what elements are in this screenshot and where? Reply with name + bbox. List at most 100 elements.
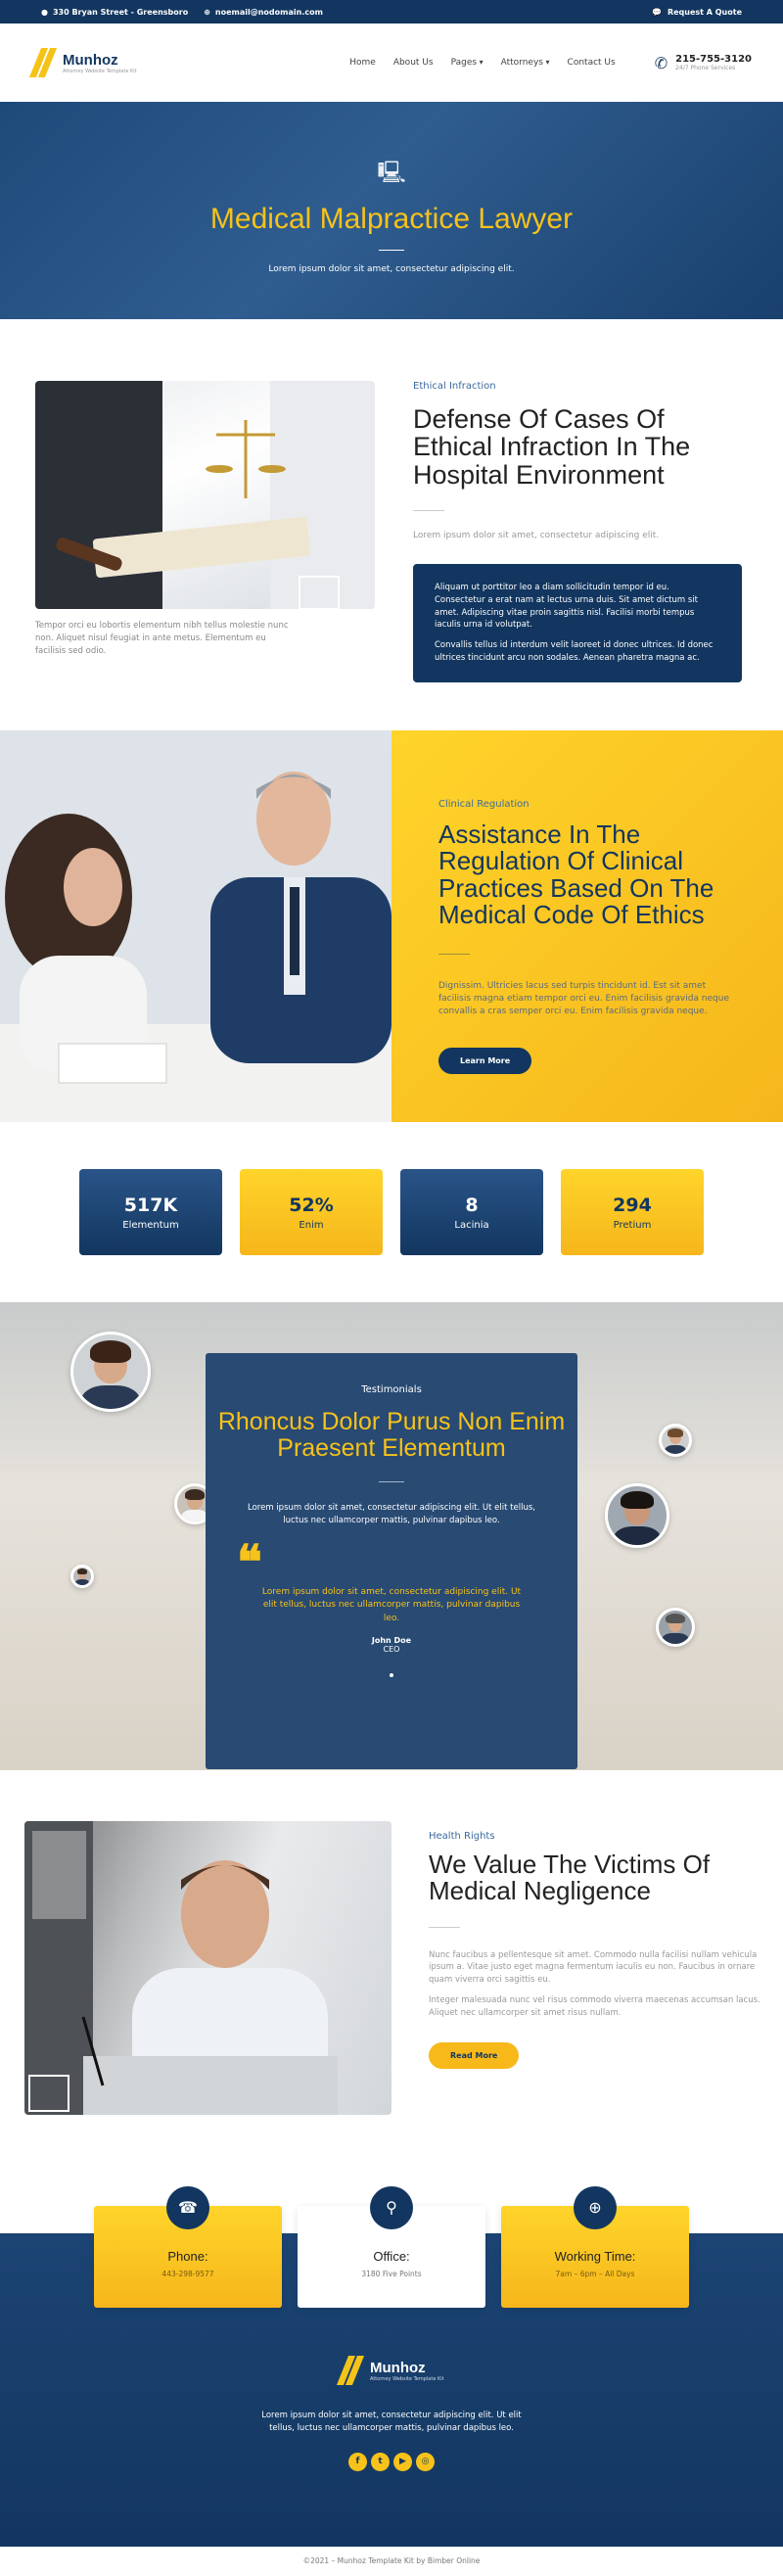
info-box-paragraph-2: Convallis tellus id interdum velit laore… xyxy=(435,640,714,663)
contact-card-value: 7am – 6pm – All Days xyxy=(555,2270,635,2278)
lawyer-scales-photo xyxy=(35,381,375,609)
consultation-photo xyxy=(0,730,392,1122)
testimonials-divider xyxy=(379,1481,404,1482)
quote-icon: ❝ xyxy=(237,1534,262,1590)
email-item[interactable]: ⊕ noemail@nodomain.com xyxy=(204,8,323,17)
testimonials-title: Rhoncus Dolor Purus Non Enim Praesent El… xyxy=(217,1408,566,1462)
top-bar: ● 330 Bryan Street - Greensboro ⊕ noemail@… xyxy=(0,0,783,23)
stat-value: 52% xyxy=(289,1194,334,1216)
nav-home[interactable]: Home xyxy=(349,58,376,68)
read-more-button[interactable]: Read More xyxy=(429,2042,520,2070)
nav-pages[interactable]: Pages xyxy=(451,58,484,68)
avatar xyxy=(70,1565,94,1588)
contact-card-working-time: ⊕ Working Time: 7am – 6pm – All Days xyxy=(501,2186,689,2308)
hero-banner: 🖳 Medical Malpractice Lawyer Lorem ipsum… xyxy=(0,102,783,319)
copyright-bar: ©2021 – Munhoz Template Kit by Bimber On… xyxy=(0,2547,783,2576)
section2-divider xyxy=(438,954,470,956)
nav-contact-us[interactable]: Contact Us xyxy=(568,58,616,68)
avatar xyxy=(656,1608,695,1647)
section2-eyebrow: Clinical Regulation xyxy=(438,799,530,810)
section1-eyebrow: Ethical Infraction xyxy=(413,381,496,392)
facebook-icon[interactable]: f xyxy=(348,2453,367,2471)
section2-title: Assistance In The Regulation Of Clinical… xyxy=(438,820,714,929)
monitor-icon: 🖳 xyxy=(377,161,406,185)
section1-content: Ethical Infraction Defense Of Cases Of E… xyxy=(413,381,742,682)
stat-value: 517K xyxy=(123,1194,178,1216)
avatar xyxy=(659,1424,692,1457)
site-header: Munhoz Attorney Website Template Kit Home… xyxy=(0,23,783,102)
nav-about-us[interactable]: About Us xyxy=(393,58,434,68)
section2-text: Dignissim. Ultricies lacus sed turpis ti… xyxy=(438,981,729,1017)
logo-name: Munhoz xyxy=(63,51,118,69)
avatar xyxy=(605,1483,669,1548)
email-link[interactable]: noemail@nodomain.com xyxy=(215,8,323,17)
section4-content: Health Rights We Value The Victims Of Me… xyxy=(429,1831,761,2070)
nav-attorneys[interactable]: Attorneys xyxy=(501,58,550,68)
location-pin-icon: ⚲ xyxy=(370,2186,413,2229)
phone-icon: ✆ xyxy=(654,53,668,72)
footer-logo[interactable]: Munhoz Attorney Website Template Kit xyxy=(336,2353,444,2388)
stat-value: 294 xyxy=(613,1194,652,1216)
info-box: Aliquam ut porttitor leo a diam sollicit… xyxy=(413,564,742,682)
smiling-lawyer-photo xyxy=(24,1821,392,2115)
address-text: 330 Bryan Street - Greensboro xyxy=(52,7,189,17)
footer-logo-name: Munhoz xyxy=(370,2359,426,2376)
testimonial-role: CEO xyxy=(383,1645,400,1655)
section1-lead: Lorem ipsum dolor sit amet, consectetur … xyxy=(413,531,660,541)
contact-card-value: 3180 Five Points xyxy=(361,2270,422,2278)
globe-icon: ⊕ xyxy=(574,2186,617,2229)
site-logo[interactable]: Munhoz Attorney Website Template Kit xyxy=(28,45,137,80)
request-quote-label: Request A Quote xyxy=(667,7,742,17)
chat-icon: 💬 xyxy=(652,7,662,17)
consultation-illustration xyxy=(0,730,392,1122)
photo-caption: Tempor orci eu lobortis elementum nibh t… xyxy=(35,621,289,656)
section4-paragraph-1: Nunc faucibus a pellentesque sit amet. C… xyxy=(429,1949,758,1986)
instagram-icon[interactable]: ◎ xyxy=(416,2453,435,2471)
section4-paragraph-2: Integer malesuada nunc vel risus commodo… xyxy=(429,1994,760,2018)
clinical-regulation-panel: Clinical Regulation Assistance In The Re… xyxy=(392,730,783,1122)
hero-divider xyxy=(379,250,404,251)
logo-mark-icon xyxy=(336,2353,365,2388)
contact-card-office: ⚲ Office: 3180 Five Points xyxy=(298,2186,485,2308)
smiling-lawyer-illustration xyxy=(24,1821,338,2115)
testimonials-section: Testimonials Rhoncus Dolor Purus Non Eni… xyxy=(0,1302,783,1770)
stat-value: 8 xyxy=(465,1194,479,1216)
section4-divider xyxy=(429,1926,460,1928)
testimonial-card: Testimonials Rhoncus Dolor Purus Non Eni… xyxy=(206,1353,577,1769)
info-box-paragraph-1: Aliquam ut porttitor leo a diam sollicit… xyxy=(435,583,698,631)
testimonial-quote: Lorem ipsum dolor sit amet, consectetur … xyxy=(261,1586,522,1624)
clinical-regulation-section: Clinical Regulation Assistance In The Re… xyxy=(0,730,783,1122)
stat-label: Enim xyxy=(299,1220,324,1231)
stat-label: Pretium xyxy=(613,1220,652,1231)
stat-label: Lacinia xyxy=(454,1220,489,1231)
learn-more-button[interactable]: Learn More xyxy=(438,1048,532,1075)
globe-icon: ⊕ xyxy=(204,7,210,17)
testimonials-eyebrow: Testimonials xyxy=(361,1384,422,1395)
health-rights-section: Health Rights We Value The Victims Of Me… xyxy=(0,1770,783,2201)
contact-card-title: Office: xyxy=(373,2249,410,2264)
twitter-icon[interactable]: t xyxy=(371,2453,390,2471)
address-item: ● 330 Bryan Street - Greensboro xyxy=(41,8,188,17)
section1-divider xyxy=(413,510,444,512)
map-pin-icon: ● xyxy=(41,7,48,17)
avatar xyxy=(70,1332,151,1412)
contact-card-title: Phone: xyxy=(167,2249,208,2264)
testimonial-author: John Doe xyxy=(371,1636,412,1646)
phone-subtitle: 24/7 Phone Services xyxy=(675,65,736,71)
footer-logo-tagline: Attorney Website Template Kit xyxy=(370,2375,444,2382)
section1-title: Defense Of Cases Of Ethical Infraction I… xyxy=(413,404,691,490)
stat-card: 8 Lacinia xyxy=(400,1169,543,1255)
header-phone[interactable]: ✆ 215-755-3120 24/7 Phone Services xyxy=(655,54,752,72)
contact-card-phone: ☎ Phone: 443-298-9577 xyxy=(94,2186,282,2308)
phone-icon: ☎ xyxy=(166,2186,209,2229)
testimonials-description: Lorem ipsum dolor sit amet, consectetur … xyxy=(248,1503,535,1525)
stats-section: 517K Elementum 52% Enim 8 Lacinia 294 Pretiu… xyxy=(0,1122,783,1302)
logo-tagline: Attorney Website Template Kit xyxy=(63,68,137,74)
youtube-icon[interactable]: ▶ xyxy=(393,2453,412,2471)
hero-subtitle: Lorem ipsum dolor sit amet, consectetur … xyxy=(268,264,515,274)
carousel-dot[interactable] xyxy=(390,1673,393,1678)
request-quote-link[interactable]: 💬 Request A Quote xyxy=(652,8,742,17)
footer-text: Lorem ipsum dolor sit amet, consectetur … xyxy=(261,2411,522,2433)
contact-cards: ☎ Phone: 443-298-9577 ⚲ Office: 3180 Fiv… xyxy=(0,2186,783,2308)
stat-card: 294 Pretium xyxy=(561,1169,704,1255)
